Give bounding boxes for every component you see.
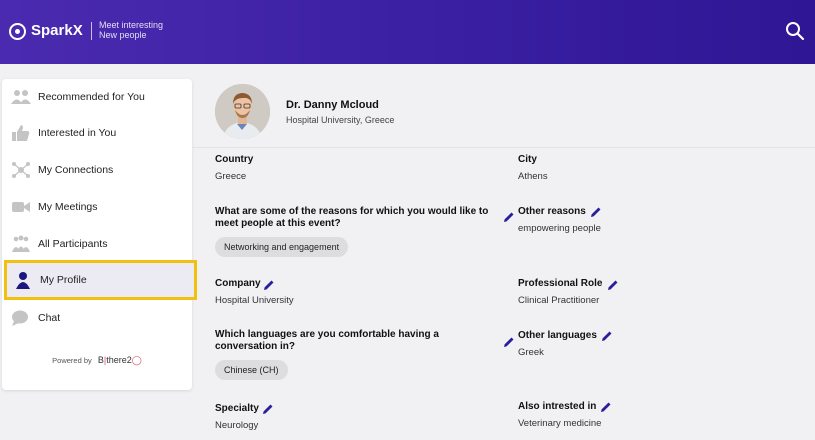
- profile-name: Dr. Danny Mcloud: [286, 99, 379, 111]
- participants-icon: [12, 235, 30, 252]
- powered-by-text: Powered by: [52, 356, 92, 365]
- country-value: Greece: [215, 171, 247, 182]
- sidebar-item-label: My Meetings: [38, 201, 98, 213]
- languages-chip: Chinese (CH): [215, 360, 288, 380]
- company-label: Company: [215, 278, 261, 289]
- sidebar-item-label: My Connections: [38, 164, 114, 176]
- other-reasons-value: empowering people: [518, 223, 601, 234]
- specialty-label: Specialty: [215, 403, 259, 414]
- also-interested-field: Also intrested in Veterinary medicine: [518, 401, 601, 429]
- person-icon: [16, 272, 30, 289]
- city-label: City: [518, 154, 537, 165]
- sparkx-logo-icon[interactable]: [9, 23, 26, 40]
- sidebar-item-interested[interactable]: Interested in You: [2, 115, 192, 151]
- also-interested-value: Veterinary medicine: [518, 418, 602, 429]
- languages-label: Which languages are you comfortable havi…: [215, 329, 439, 352]
- specialty-value: Neurology: [215, 420, 259, 431]
- people-group-icon: [11, 90, 31, 104]
- sidebar-item-label: Recommended for You: [38, 91, 145, 103]
- sidebar: Recommended for You Interested in You My…: [2, 79, 197, 390]
- sidebar-item-connections[interactable]: My Connections: [2, 152, 192, 188]
- edit-pencil-icon[interactable]: [262, 403, 274, 415]
- search-icon: [786, 22, 805, 41]
- edit-pencil-icon[interactable]: [503, 336, 515, 348]
- profile-affiliation: Hospital University, Greece: [286, 115, 395, 125]
- edit-pencil-icon[interactable]: [503, 211, 515, 223]
- thumbs-up-icon: [12, 125, 30, 141]
- role-label: Professional Role: [518, 278, 603, 289]
- sidebar-item-label: Chat: [38, 312, 61, 324]
- country-field: Country Greece: [215, 154, 253, 182]
- edit-pencil-icon[interactable]: [601, 330, 613, 342]
- other-languages-label: Other languages: [518, 330, 597, 341]
- chat-bubble-icon: [12, 310, 28, 326]
- search-button[interactable]: [785, 21, 805, 41]
- reasons-chip: Networking and engagement: [215, 237, 349, 257]
- tagline-line2: New people: [99, 30, 147, 40]
- video-camera-icon: [12, 202, 30, 212]
- sidebar-item-chat[interactable]: Chat: [2, 300, 192, 336]
- edit-pencil-icon[interactable]: [600, 401, 612, 413]
- tagline-line1: Meet interesting: [99, 20, 164, 30]
- languages-field: Which languages are you comfortable havi…: [215, 329, 465, 380]
- reasons-field: What are some of the reasons for which y…: [215, 206, 505, 257]
- other-languages-value: Greek: [518, 347, 544, 358]
- brand-divider: [91, 22, 92, 40]
- edit-pencil-icon[interactable]: [607, 279, 619, 291]
- role-field: Professional Role Clinical Practitioner: [518, 278, 602, 306]
- sidebar-item-label: My Profile: [40, 274, 87, 286]
- country-label: Country: [215, 154, 254, 165]
- company-field: Company Hospital University: [215, 278, 294, 306]
- bthere2-logo[interactable]: B|there2◯: [98, 355, 142, 365]
- reasons-label: What are some of the reasons for which y…: [215, 206, 489, 229]
- city-value: Athens: [518, 171, 548, 182]
- company-value: Hospital University: [215, 295, 294, 306]
- tagline: Meet interesting New people: [99, 20, 179, 40]
- other-reasons-label: Other reasons: [518, 206, 586, 217]
- also-interested-label: Also intrested in: [518, 401, 597, 412]
- edit-pencil-icon[interactable]: [263, 279, 275, 291]
- specialty-field: Specialty Neurology: [215, 403, 259, 431]
- city-field: City Athens: [518, 154, 548, 182]
- other-reasons-field: Other reasons empowering people: [518, 206, 601, 234]
- powered-by: Powered by B|there2◯: [2, 355, 192, 366]
- sidebar-item-participants[interactable]: All Participants: [2, 226, 192, 262]
- app-header: SparkX Meet interesting New people: [0, 0, 815, 64]
- network-icon: [12, 162, 30, 178]
- header-divider: [192, 147, 815, 148]
- edit-pencil-icon[interactable]: [590, 206, 602, 218]
- sidebar-item-meetings[interactable]: My Meetings: [2, 189, 192, 225]
- other-languages-field: Other languages Greek: [518, 330, 597, 358]
- sidebar-item-my-profile[interactable]: My Profile: [4, 260, 197, 300]
- sidebar-item-recommended[interactable]: Recommended for You: [2, 79, 192, 115]
- role-value: Clinical Practitioner: [518, 295, 600, 306]
- brand-name[interactable]: SparkX: [31, 22, 83, 39]
- sidebar-item-label: All Participants: [38, 238, 108, 250]
- sidebar-item-label: Interested in You: [38, 127, 117, 139]
- avatar: [215, 84, 270, 139]
